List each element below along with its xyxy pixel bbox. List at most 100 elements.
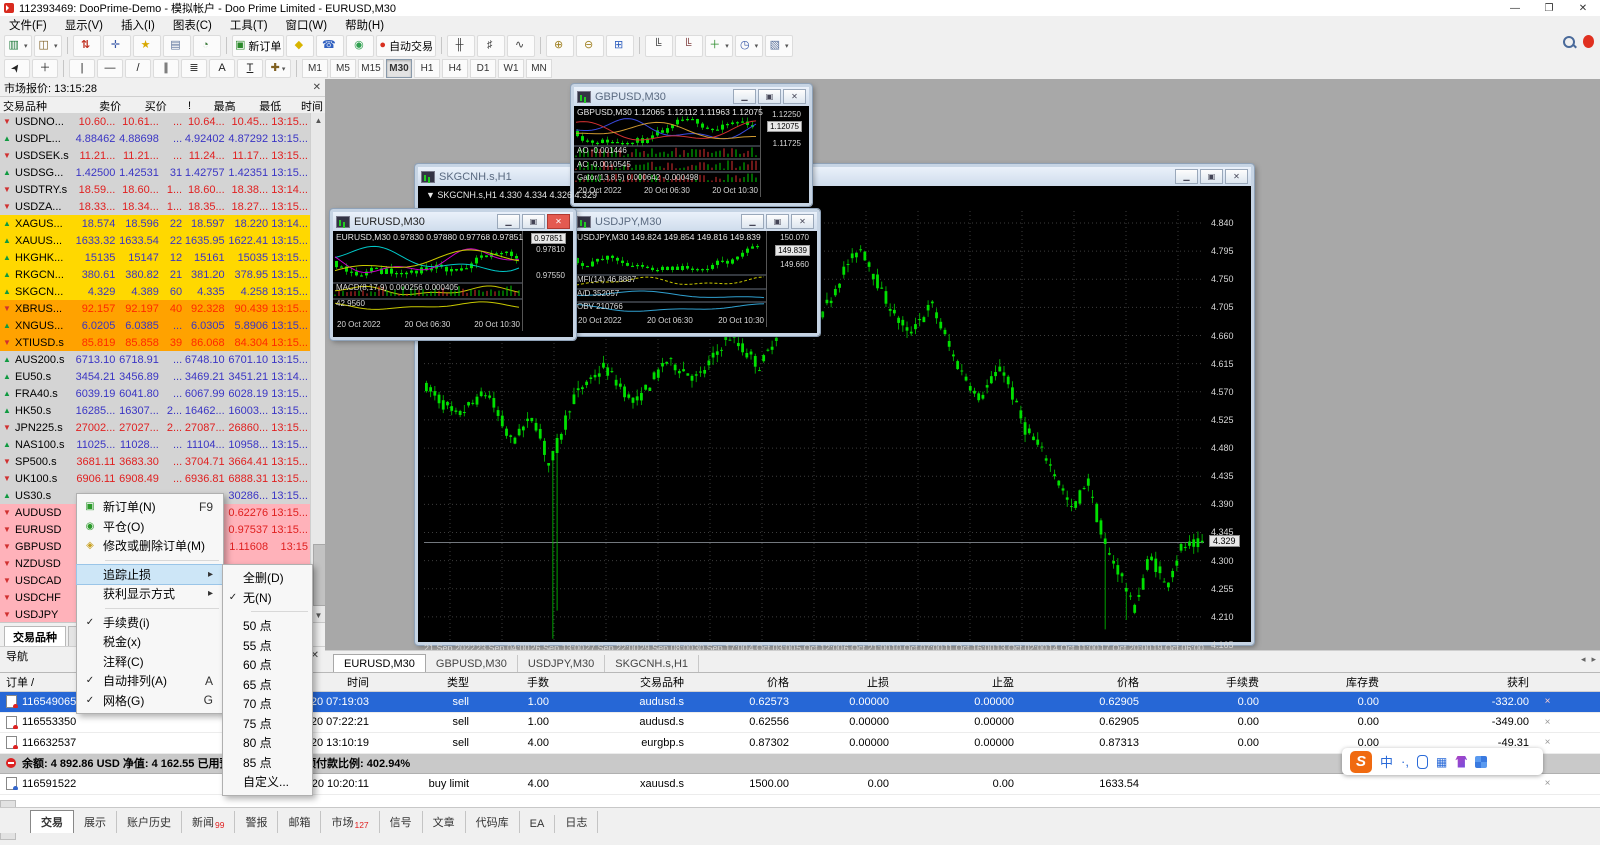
ime-skin-icon[interactable]: [1455, 756, 1467, 768]
menu-close-order[interactable]: 平仓(O): [77, 517, 223, 537]
trailing-55[interactable]: 55 点: [223, 636, 312, 656]
window-close-button[interactable]: ✕: [1566, 0, 1600, 16]
scroll-down-icon[interactable]: ▼: [311, 608, 326, 622]
chart-shift-icon[interactable]: [675, 35, 703, 57]
shapes-icon[interactable]: [265, 59, 291, 78]
market-watch-row[interactable]: XTIUSD.s 85.819 85.858 39 86.068 84.304 …: [0, 334, 310, 351]
chart-minimize-button[interactable]: ▁: [733, 89, 756, 104]
notification-icon[interactable]: [1583, 35, 1594, 48]
chart-close-button[interactable]: ✕: [783, 89, 806, 104]
chart-area-gbpusd[interactable]: GBPUSD,M30 1.12065 1.12112 1.11963 1.120…: [574, 106, 803, 197]
chart-window-eurusd[interactable]: EURUSD,M30 ▁ ▣ ✕ EURUSD,M30 0.97830 0.97…: [330, 209, 576, 340]
tab-exposure[interactable]: 展示: [74, 811, 117, 833]
chart-minimize-button[interactable]: ▁: [741, 214, 764, 229]
chart-close-button[interactable]: ✕: [791, 214, 814, 229]
expert-icon[interactable]: [316, 35, 344, 57]
market-watch-row[interactable]: XAUUS... 1633.32 1633.54 22 1635.95 1622…: [0, 232, 310, 249]
col-time[interactable]: 时间: [284, 98, 325, 114]
trailing-70[interactable]: 70 点: [223, 694, 312, 714]
tab-scroll-left-icon[interactable]: ◂: [1581, 654, 1586, 665]
market-watch-row[interactable]: EU50.s 3454.21 3456.89 ... 3469.21 3451.…: [0, 368, 310, 385]
menubar-item[interactable]: 帮助(H): [336, 16, 393, 34]
market-watch-row[interactable]: XAGUS... 18.574 18.596 22 18.597 18.220 …: [0, 215, 310, 232]
ime-language-icon[interactable]: 中: [1380, 752, 1393, 771]
chart-tab-eurusd[interactable]: EURUSD,M30: [333, 654, 426, 673]
col-price[interactable]: 价格: [690, 674, 795, 690]
menubar-item[interactable]: 窗口(W): [277, 16, 337, 34]
menu-profit-display[interactable]: 获利显示方式: [77, 584, 223, 604]
market-watch-row[interactable]: UK100.s 6906.11 6908.49 ... 6936.81 6888…: [0, 470, 310, 487]
ime-punctuation-icon[interactable]: ·,: [1401, 754, 1409, 769]
market-watch-row[interactable]: USDNO... 10.60... 10.61... ... 10.64... …: [0, 113, 310, 130]
market-watch-row[interactable]: NAS100.s 11025... 11028... ... 11104... …: [0, 436, 310, 453]
timeframe-button[interactable]: M1: [302, 59, 328, 78]
trailing-60[interactable]: 60 点: [223, 655, 312, 675]
channel-icon[interactable]: [153, 59, 179, 78]
timeframe-button[interactable]: MN: [526, 59, 552, 78]
candlestick-chart-icon[interactable]: [477, 35, 505, 57]
market-watch-row[interactable]: USDZA... 18.33... 18.34... 1... 18.35...…: [0, 198, 310, 215]
tab-market[interactable]: 市场127: [321, 811, 379, 833]
zoom-out-icon[interactable]: [576, 35, 604, 57]
market-watch-close-icon[interactable]: ✕: [313, 82, 321, 93]
window-restore-button[interactable]: ❐: [1532, 0, 1566, 16]
col-lots[interactable]: 手数: [475, 674, 555, 690]
chart-restore-button[interactable]: ▣: [1200, 169, 1223, 184]
text-label-icon[interactable]: [237, 59, 263, 78]
menu-commission[interactable]: 手续费(i): [77, 613, 223, 633]
market-watch-row[interactable]: FRA40.s 6039.19 6041.80 ... 6067.99 6028…: [0, 385, 310, 402]
col-type[interactable]: 类型: [375, 674, 475, 690]
menubar-item[interactable]: 插入(I): [112, 16, 164, 34]
trailing-50[interactable]: 50 点: [223, 616, 312, 636]
col-symbol[interactable]: 交易品种: [0, 98, 79, 114]
timeframe-button[interactable]: D1: [470, 59, 496, 78]
new-order-button[interactable]: 新订单: [232, 35, 284, 57]
autotrading-button[interactable]: 自动交易: [376, 35, 436, 57]
chart-close-button[interactable]: ✕: [1225, 169, 1248, 184]
market-watch-row[interactable]: XNGUS... 6.0205 6.0385 ... 6.0305 5.8906…: [0, 317, 310, 334]
strategy-tester-icon[interactable]: [193, 35, 221, 57]
menu-auto-arrange[interactable]: 自动排列(A) A: [77, 671, 223, 691]
timeframe-button[interactable]: H4: [442, 59, 468, 78]
chart-window-usdjpy[interactable]: USDJPY,M30 ▁ ▣ ✕ USDJPY,M30 149.824 149.…: [571, 209, 820, 336]
market-watch-row[interactable]: USDTRY.s 18.59... 18.60... 1... 18.60...…: [0, 181, 310, 198]
profiles-icon[interactable]: [34, 35, 62, 57]
metaeditor-icon[interactable]: [286, 35, 314, 57]
ime-toolbox-icon[interactable]: [1475, 756, 1487, 768]
chart-tab-usdjpy[interactable]: USDJPY,M30: [518, 655, 605, 673]
chart-restore-button[interactable]: ▣: [522, 214, 545, 229]
col-swap[interactable]: 库存费: [1265, 674, 1385, 690]
market-watch-row[interactable]: XBRUS... 92.157 92.197 40 92.328 90.439 …: [0, 300, 310, 317]
close-order-icon[interactable]: ×: [1535, 696, 1560, 707]
market-watch-row[interactable]: SP500.s 3681.11 3683.30 ... 3704.71 3664…: [0, 453, 310, 470]
market-watch-row[interactable]: USDSEK.s 11.21... 11.21... ... 11.24... …: [0, 147, 310, 164]
menu-tax[interactable]: 税金(x): [77, 632, 223, 652]
ime-keyboard-icon[interactable]: ▦: [1436, 755, 1447, 769]
tab-ea[interactable]: EA: [520, 815, 556, 833]
window-minimize-button[interactable]: —: [1498, 0, 1532, 16]
market-watch-row[interactable]: JPN225.s 27002... 27027... 2... 27087...…: [0, 419, 310, 436]
chart-window-titlebar[interactable]: USDJPY,M30 ▁ ▣ ✕: [574, 212, 817, 231]
timeframe-button[interactable]: M15: [358, 59, 384, 78]
col-ask[interactable]: 买价: [124, 98, 170, 114]
close-order-icon[interactable]: ×: [1535, 717, 1560, 728]
menubar-item[interactable]: 工具(T): [221, 16, 277, 34]
line-chart-icon[interactable]: [507, 35, 535, 57]
auto-scroll-icon[interactable]: [645, 35, 673, 57]
tab-news[interactable]: 新闻99: [182, 811, 235, 833]
cursor-icon[interactable]: [4, 59, 30, 78]
close-order-icon[interactable]: ×: [1535, 737, 1560, 748]
market-watch-row[interactable]: USDSG... 1.42500 1.42531 31 1.42757 1.42…: [0, 164, 310, 181]
tab-journal[interactable]: 日志: [555, 811, 598, 833]
chart-close-button[interactable]: ✕: [547, 214, 570, 229]
chart-restore-button[interactable]: ▣: [758, 89, 781, 104]
bar-chart-icon[interactable]: [447, 35, 475, 57]
timeframe-button[interactable]: H1: [414, 59, 440, 78]
tab-symbols[interactable]: 交易品种: [4, 626, 66, 647]
timeframe-button[interactable]: M30: [386, 59, 412, 78]
chart-tab-gbpusd[interactable]: GBPUSD,M30: [426, 655, 518, 673]
menu-new-order[interactable]: 新订单(N) F9: [77, 497, 223, 517]
col-commission[interactable]: 手续费: [1145, 674, 1265, 690]
chart-area-eurusd[interactable]: EURUSD,M30 0.97830 0.97880 0.97768 0.978…: [333, 231, 567, 331]
tab-alerts[interactable]: 警报: [235, 811, 278, 833]
